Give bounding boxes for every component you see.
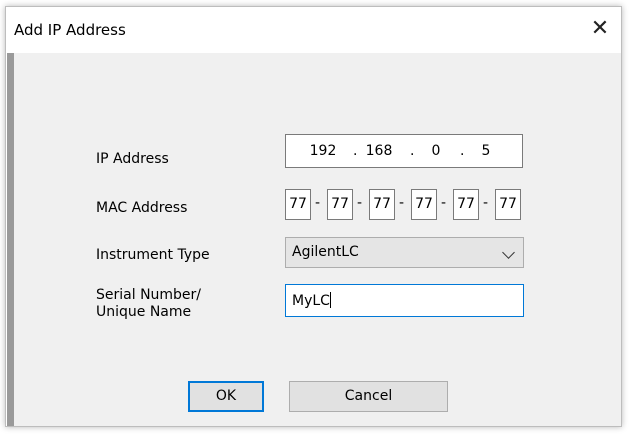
ip-dot-2: . [410, 143, 415, 159]
ip-address-field[interactable]: 192 . 168 . 0 . 5 [285, 134, 523, 168]
serial-number-input[interactable]: MyLC [285, 284, 524, 317]
ip-octet-1[interactable]: 192 [306, 143, 340, 159]
ok-button[interactable]: OK [188, 381, 264, 412]
ip-octet-3[interactable]: 0 [419, 143, 453, 159]
mac-separator: - [357, 195, 363, 211]
mac-octet-1[interactable]: 77 [285, 189, 311, 220]
mac-octet-3[interactable]: 77 [369, 189, 395, 220]
mac-separator: - [441, 195, 447, 211]
close-icon[interactable]: ✕ [585, 15, 615, 45]
ip-dot-3: . [460, 143, 465, 159]
serial-number-label: Serial Number/ [96, 287, 202, 303]
ip-octet-2[interactable]: 168 [362, 143, 396, 159]
mac-separator: - [483, 195, 489, 211]
text-caret [329, 292, 331, 308]
mac-octet-6[interactable]: 77 [495, 189, 521, 220]
ip-dot-1: . [353, 143, 358, 159]
instrument-type-value: AgilentLC [292, 244, 359, 260]
dialog-title: Add IP Address [14, 21, 126, 39]
mac-octet-4[interactable]: 77 [411, 189, 437, 220]
dialog-body: IP Address 192 . 168 . 0 . 5 MAC Address… [7, 53, 621, 426]
unique-name-label: Unique Name [96, 304, 192, 320]
mac-octet-2[interactable]: 77 [327, 189, 353, 220]
cancel-button[interactable]: Cancel [289, 381, 448, 412]
instrument-type-dropdown[interactable]: AgilentLC [285, 237, 524, 268]
add-ip-address-dialog: Add IP Address ✕ IP Address 192 . 168 . … [5, 6, 622, 427]
mac-octet-5[interactable]: 77 [453, 189, 479, 220]
title-bar: Add IP Address ✕ [6, 7, 621, 53]
mac-address-label: MAC Address [96, 200, 188, 216]
ip-octet-4[interactable]: 5 [469, 143, 503, 159]
instrument-type-label: Instrument Type [96, 247, 210, 263]
mac-separator: - [315, 195, 321, 211]
ip-address-label: IP Address [96, 151, 169, 167]
serial-number-value: MyLC [292, 293, 330, 309]
chevron-down-icon [502, 246, 515, 259]
mac-separator: - [399, 195, 405, 211]
